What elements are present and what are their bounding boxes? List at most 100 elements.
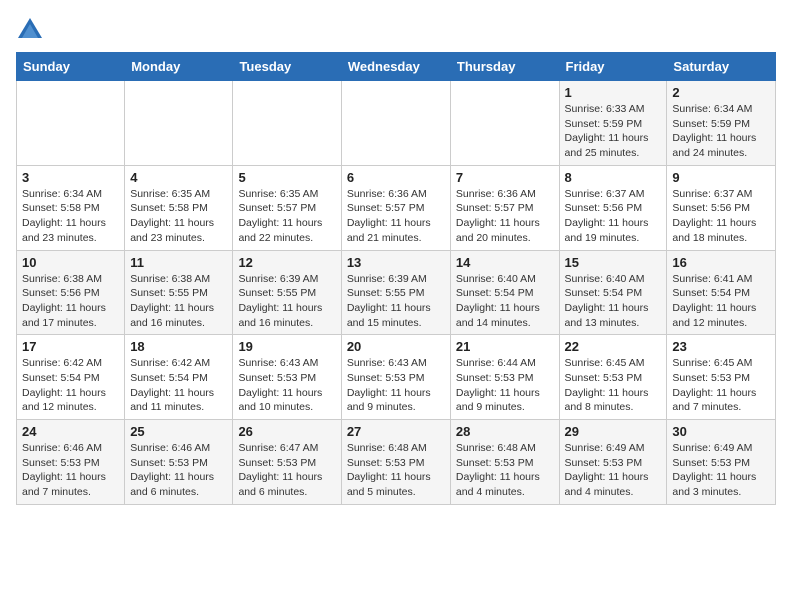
day-detail: Sunrise: 6:40 AMSunset: 5:54 PMDaylight:… [456,272,554,331]
day-number: 24 [22,424,119,439]
day-detail: Sunrise: 6:45 AMSunset: 5:53 PMDaylight:… [565,356,662,415]
day-number: 28 [456,424,554,439]
day-detail: Sunrise: 6:46 AMSunset: 5:53 PMDaylight:… [130,441,227,500]
day-number: 8 [565,170,662,185]
day-detail: Sunrise: 6:49 AMSunset: 5:53 PMDaylight:… [565,441,662,500]
day-number: 6 [347,170,445,185]
calendar-cell: 13 Sunrise: 6:39 AMSunset: 5:55 PMDayligh… [341,250,450,335]
day-detail: Sunrise: 6:49 AMSunset: 5:53 PMDaylight:… [672,441,770,500]
day-detail: Sunrise: 6:38 AMSunset: 5:55 PMDaylight:… [130,272,227,331]
calendar-cell: 7 Sunrise: 6:36 AMSunset: 5:57 PMDaylight… [450,165,559,250]
day-number: 25 [130,424,227,439]
day-detail: Sunrise: 6:41 AMSunset: 5:54 PMDaylight:… [672,272,770,331]
day-detail: Sunrise: 6:43 AMSunset: 5:53 PMDaylight:… [238,356,335,415]
calendar-cell: 5 Sunrise: 6:35 AMSunset: 5:57 PMDaylight… [233,165,341,250]
day-detail: Sunrise: 6:34 AMSunset: 5:58 PMDaylight:… [22,187,119,246]
day-number: 4 [130,170,227,185]
day-number: 30 [672,424,770,439]
day-detail: Sunrise: 6:33 AMSunset: 5:59 PMDaylight:… [565,102,662,161]
day-detail: Sunrise: 6:35 AMSunset: 5:58 PMDaylight:… [130,187,227,246]
day-detail: Sunrise: 6:37 AMSunset: 5:56 PMDaylight:… [672,187,770,246]
calendar-cell [450,81,559,166]
calendar-cell: 26 Sunrise: 6:47 AMSunset: 5:53 PMDayligh… [233,420,341,505]
calendar-cell: 21 Sunrise: 6:44 AMSunset: 5:53 PMDayligh… [450,335,559,420]
logo [16,16,48,44]
calendar-cell: 27Sunrise: 6:48 AMSunset: 5:53 PMDayligh… [341,420,450,505]
day-number: 27 [347,424,445,439]
calendar-cell: 8 Sunrise: 6:37 AMSunset: 5:56 PMDaylight… [559,165,667,250]
day-number: 21 [456,339,554,354]
day-detail: Sunrise: 6:37 AMSunset: 5:56 PMDaylight:… [565,187,662,246]
calendar-cell [341,81,450,166]
calendar-cell: 18 Sunrise: 6:42 AMSunset: 5:54 PMDayligh… [125,335,233,420]
day-number: 11 [130,255,227,270]
day-detail: Sunrise: 6:35 AMSunset: 5:57 PMDaylight:… [238,187,335,246]
day-detail: Sunrise: 6:39 AMSunset: 5:55 PMDaylight:… [238,272,335,331]
calendar-week-3: 10 Sunrise: 6:38 AMSunset: 5:56 PMDayligh… [17,250,776,335]
day-number: 13 [347,255,445,270]
day-number: 9 [672,170,770,185]
calendar-cell: 14Sunrise: 6:40 AMSunset: 5:54 PMDayligh… [450,250,559,335]
day-detail: Sunrise: 6:39 AMSunset: 5:55 PMDaylight:… [347,272,445,331]
calendar-cell: 15 Sunrise: 6:40 AMSunset: 5:54 PMDayligh… [559,250,667,335]
calendar-cell: 4 Sunrise: 6:35 AMSunset: 5:58 PMDaylight… [125,165,233,250]
calendar-cell: 3 Sunrise: 6:34 AMSunset: 5:58 PMDaylight… [17,165,125,250]
day-number: 5 [238,170,335,185]
day-detail: Sunrise: 6:48 AMSunset: 5:53 PMDaylight:… [456,441,554,500]
day-detail: Sunrise: 6:40 AMSunset: 5:54 PMDaylight:… [565,272,662,331]
day-detail: Sunrise: 6:47 AMSunset: 5:53 PMDaylight:… [238,441,335,500]
calendar-week-5: 24 Sunrise: 6:46 AMSunset: 5:53 PMDayligh… [17,420,776,505]
weekday-header-friday: Friday [559,53,667,81]
day-number: 17 [22,339,119,354]
weekday-header-monday: Monday [125,53,233,81]
calendar-cell: 23 Sunrise: 6:45 AMSunset: 5:53 PMDayligh… [667,335,776,420]
calendar-cell: 1 Sunrise: 6:33 AMSunset: 5:59 PMDaylight… [559,81,667,166]
calendar-cell: 29Sunrise: 6:49 AMSunset: 5:53 PMDayligh… [559,420,667,505]
day-detail: Sunrise: 6:45 AMSunset: 5:53 PMDaylight:… [672,356,770,415]
calendar-cell [17,81,125,166]
day-detail: Sunrise: 6:44 AMSunset: 5:53 PMDaylight:… [456,356,554,415]
calendar-week-1: 1 Sunrise: 6:33 AMSunset: 5:59 PMDaylight… [17,81,776,166]
logo-icon [16,16,44,44]
calendar-cell [233,81,341,166]
day-number: 1 [565,85,662,100]
calendar-cell: 2Sunrise: 6:34 AMSunset: 5:59 PMDaylight… [667,81,776,166]
weekday-header-thursday: Thursday [450,53,559,81]
calendar-cell: 9 Sunrise: 6:37 AMSunset: 5:56 PMDaylight… [667,165,776,250]
weekday-header-tuesday: Tuesday [233,53,341,81]
day-detail: Sunrise: 6:38 AMSunset: 5:56 PMDaylight:… [22,272,119,331]
day-detail: Sunrise: 6:43 AMSunset: 5:53 PMDaylight:… [347,356,445,415]
calendar-cell: 28 Sunrise: 6:48 AMSunset: 5:53 PMDayligh… [450,420,559,505]
day-number: 3 [22,170,119,185]
calendar: SundayMondayTuesdayWednesdayThursdayFrid… [16,52,776,505]
calendar-cell: 22 Sunrise: 6:45 AMSunset: 5:53 PMDayligh… [559,335,667,420]
weekday-header-wednesday: Wednesday [341,53,450,81]
calendar-week-4: 17 Sunrise: 6:42 AMSunset: 5:54 PMDayligh… [17,335,776,420]
calendar-cell: 17Sunrise: 6:42 AMSunset: 5:54 PMDayligh… [17,335,125,420]
day-number: 20 [347,339,445,354]
day-number: 10 [22,255,119,270]
day-number: 2 [672,85,770,100]
calendar-cell: 25 Sunrise: 6:46 AMSunset: 5:53 PMDayligh… [125,420,233,505]
calendar-cell: 16Sunrise: 6:41 AMSunset: 5:54 PMDayligh… [667,250,776,335]
weekday-header-sunday: Sunday [17,53,125,81]
day-detail: Sunrise: 6:42 AMSunset: 5:54 PMDaylight:… [130,356,227,415]
day-number: 23 [672,339,770,354]
calendar-cell: 11 Sunrise: 6:38 AMSunset: 5:55 PMDayligh… [125,250,233,335]
calendar-cell: 12Sunrise: 6:39 AMSunset: 5:55 PMDayligh… [233,250,341,335]
calendar-cell: 6Sunrise: 6:36 AMSunset: 5:57 PMDaylight… [341,165,450,250]
weekday-header-saturday: Saturday [667,53,776,81]
day-number: 22 [565,339,662,354]
calendar-cell: 19Sunrise: 6:43 AMSunset: 5:53 PMDayligh… [233,335,341,420]
calendar-cell: 20 Sunrise: 6:43 AMSunset: 5:53 PMDayligh… [341,335,450,420]
day-detail: Sunrise: 6:36 AMSunset: 5:57 PMDaylight:… [456,187,554,246]
day-number: 15 [565,255,662,270]
header [16,16,776,44]
calendar-cell: 10 Sunrise: 6:38 AMSunset: 5:56 PMDayligh… [17,250,125,335]
day-number: 26 [238,424,335,439]
calendar-week-2: 3 Sunrise: 6:34 AMSunset: 5:58 PMDaylight… [17,165,776,250]
calendar-cell: 30 Sunrise: 6:49 AMSunset: 5:53 PMDayligh… [667,420,776,505]
day-detail: Sunrise: 6:46 AMSunset: 5:53 PMDaylight:… [22,441,119,500]
day-number: 7 [456,170,554,185]
day-number: 18 [130,339,227,354]
